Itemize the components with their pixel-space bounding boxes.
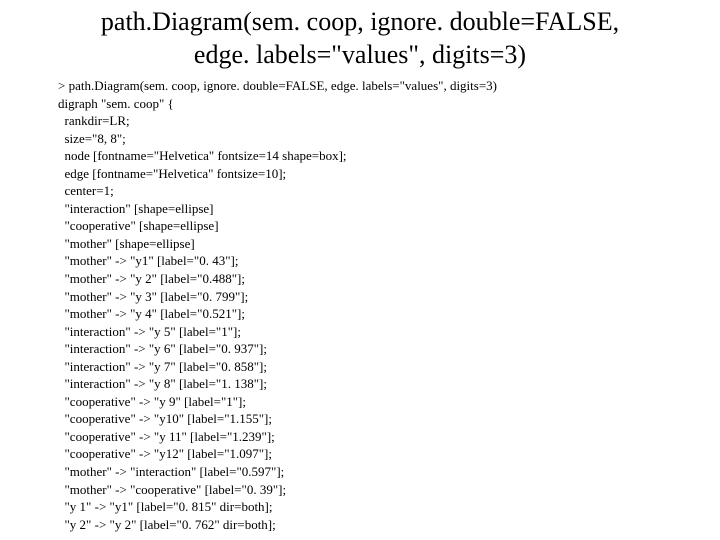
title-line-1: path.Diagram(sem. coop, ignore. double=F… <box>101 7 619 36</box>
slide-title: path.Diagram(sem. coop, ignore. double=F… <box>0 0 720 75</box>
slide: path.Diagram(sem. coop, ignore. double=F… <box>0 0 720 540</box>
code-output: > path.Diagram(sem. coop, ignore. double… <box>0 75 720 533</box>
title-line-2: edge. labels="values", digits=3) <box>194 40 526 69</box>
